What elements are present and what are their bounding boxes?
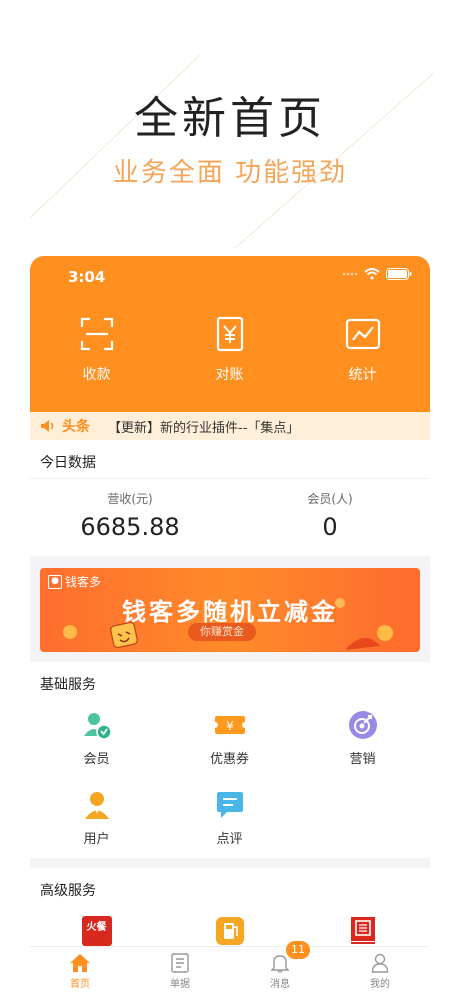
today-title: 今日数据 — [40, 455, 96, 471]
action-statistics[interactable]: 统计 — [296, 316, 429, 384]
notice-tag: 头条 — [62, 419, 90, 435]
scan-icon — [80, 317, 113, 351]
svg-text:¥: ¥ — [226, 719, 234, 733]
promo-banner[interactable]: ● 钱客多 钱客多随机立减金 你赚赏金 — [40, 568, 420, 652]
advanced-services-title: 高级服务 — [40, 883, 96, 899]
tab-label: 消息 — [270, 979, 290, 990]
action-label: 对账 — [215, 367, 244, 383]
battery-icon — [386, 268, 412, 280]
app-header: 3:04 收款 对账 统计 — [30, 256, 430, 412]
person-icon — [371, 953, 389, 973]
status-icons — [342, 268, 412, 280]
basic-services-title: 基础服务 — [40, 677, 96, 693]
coupon-icon: ¥ — [213, 716, 246, 734]
member-icon — [83, 713, 112, 740]
divider — [30, 478, 430, 479]
service-label: 点评 — [216, 832, 243, 847]
tab-bar: 首页 单据 11 消息 我的 — [30, 941, 430, 996]
receipt-icon — [216, 316, 243, 352]
service-label: 营销 — [349, 752, 376, 767]
tab-messages[interactable]: 11 消息 — [230, 941, 330, 996]
notice-bar[interactable]: 头条 【更新】新的行业插件--「集点」 — [30, 412, 430, 440]
signal-icon — [342, 272, 358, 276]
service-fuel[interactable] — [163, 916, 296, 946]
message-badge: 11 — [286, 941, 310, 959]
service-label: 用户 — [83, 832, 110, 847]
marketing-icon — [348, 711, 377, 739]
service-label: 会员 — [83, 752, 110, 767]
promo-header: 全新首页 业务全面 功能强劲 — [0, 0, 460, 256]
service-user[interactable]: 用户 — [30, 790, 163, 847]
banner-pill: 你赚赏金 — [188, 623, 256, 641]
revenue-label: 营收(元) — [107, 492, 153, 506]
user-icon — [84, 792, 109, 819]
phone-screen: 3:04 收款 对账 统计 头条 【更新】新的行业插件--「集点」 今日数据 营… — [30, 256, 430, 996]
tab-home[interactable]: 首页 — [30, 947, 130, 996]
tab-documents[interactable]: 单据 — [130, 947, 230, 996]
mascot-icon — [110, 621, 138, 649]
speaker-icon — [41, 420, 54, 432]
banner-logo-icon: ● — [48, 574, 62, 589]
tab-label: 我的 — [370, 979, 390, 990]
revenue-stat[interactable]: 营收(元) 6685.88 — [30, 490, 230, 541]
service-huocan[interactable]: 火餐 — [30, 916, 163, 946]
members-label: 会员(人) — [307, 492, 353, 506]
members-value: 0 — [322, 513, 338, 541]
banner-logo-text: 钱客多 — [65, 575, 102, 589]
red-logo-icon — [350, 917, 375, 944]
chart-icon — [345, 318, 380, 350]
service-red-logo[interactable] — [296, 916, 429, 946]
document-icon — [171, 953, 189, 973]
wifi-icon — [364, 268, 380, 280]
service-comment[interactable]: 点评 — [163, 790, 296, 847]
fuel-icon — [215, 917, 244, 945]
home-icon — [70, 954, 90, 972]
banner-title: 钱客多随机立减金 — [122, 598, 338, 626]
huocan-logo-icon: 火餐 — [81, 916, 112, 946]
service-marketing[interactable]: 营销 — [296, 710, 429, 767]
tab-mine[interactable]: 我的 — [330, 947, 430, 996]
tab-label: 首页 — [70, 979, 90, 990]
notice-text: 【更新】新的行业插件--「集点」 — [108, 420, 300, 436]
action-label: 统计 — [348, 367, 377, 383]
promo-title: 全新首页 — [134, 93, 326, 144]
service-label: 优惠券 — [209, 752, 249, 767]
promo-subtitle: 业务全面 功能强劲 — [112, 158, 348, 188]
service-member[interactable]: 会员 — [30, 710, 163, 767]
bell-icon — [270, 955, 290, 973]
basic-services: 基础服务 会员 ¥ 优惠券 营销 用户 点评 — [30, 662, 430, 858]
comment-icon — [216, 792, 243, 818]
today-data-card: 今日数据 营收(元) 6685.88 会员(人) 0 — [30, 440, 430, 556]
revenue-value: 6685.88 — [80, 513, 180, 541]
action-label: 收款 — [82, 367, 111, 383]
header-actions: 收款 对账 统计 — [30, 316, 430, 384]
status-time: 3:04 — [68, 268, 106, 286]
service-coupon[interactable]: ¥ 优惠券 — [163, 710, 296, 767]
members-stat[interactable]: 会员(人) 0 — [230, 490, 430, 541]
action-reconcile[interactable]: 对账 — [163, 316, 296, 384]
tab-label: 单据 — [170, 979, 190, 990]
banner-logo: ● 钱客多 — [48, 573, 101, 590]
action-collect[interactable]: 收款 — [30, 316, 163, 384]
